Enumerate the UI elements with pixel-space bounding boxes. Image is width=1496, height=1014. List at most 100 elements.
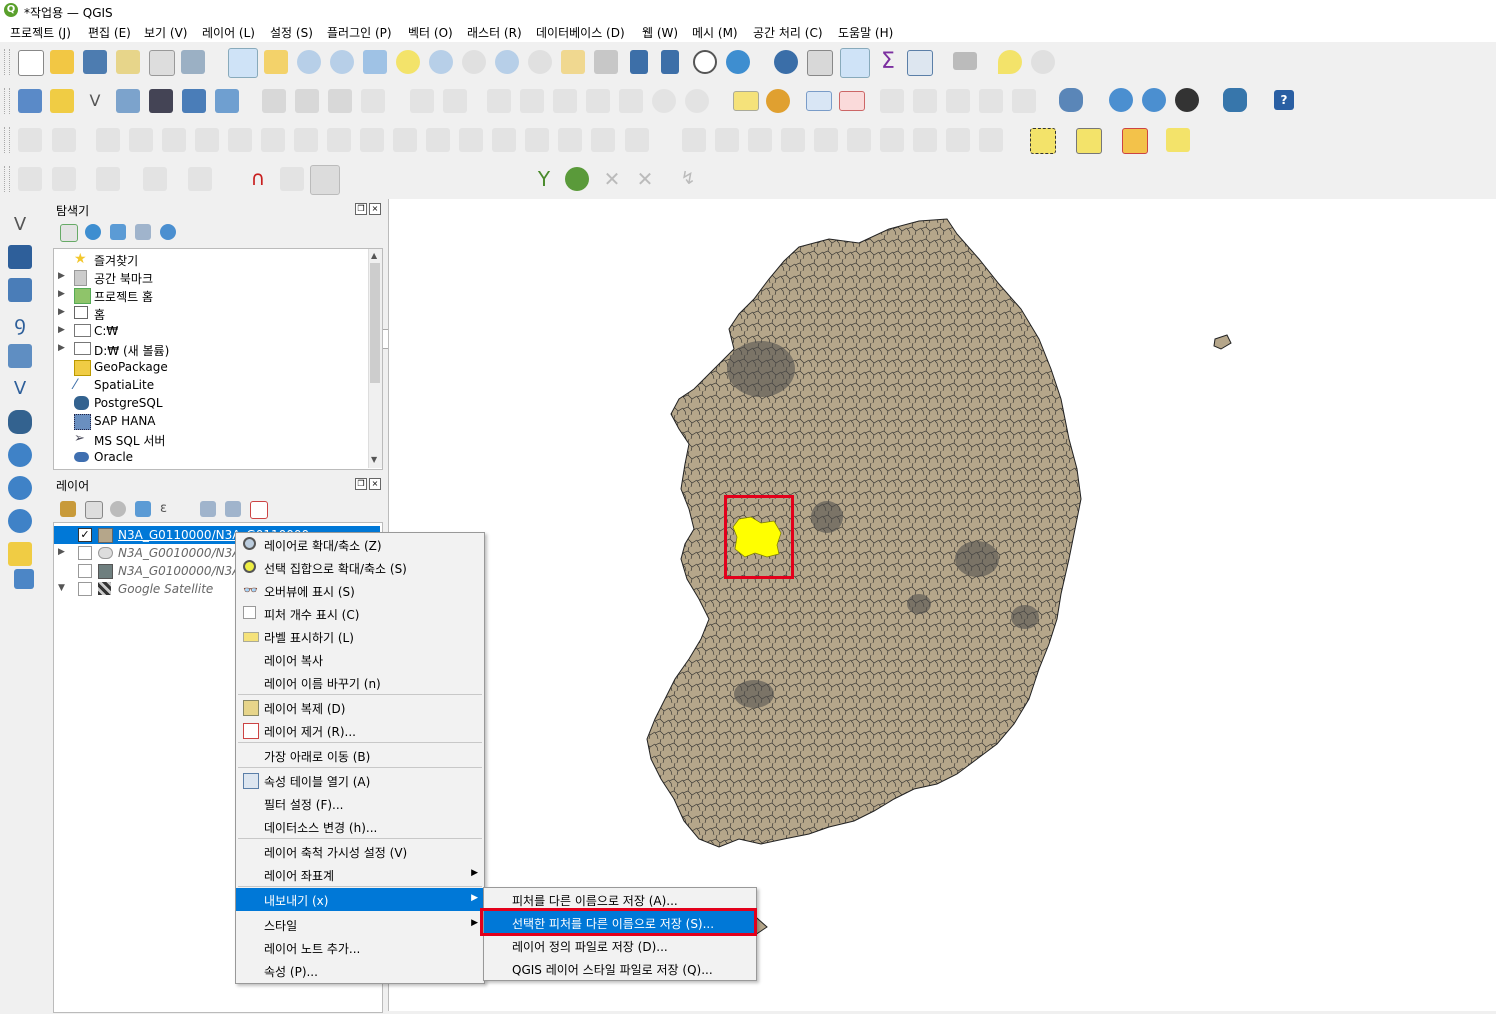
snapping-mode-icon[interactable] <box>280 167 304 191</box>
toolbar-grip[interactable] <box>4 166 10 192</box>
add-geopackage-icon[interactable] <box>8 542 32 566</box>
circle-icon[interactable] <box>814 128 838 152</box>
undo-icon[interactable] <box>652 89 676 113</box>
add-wfs-icon[interactable] <box>8 509 32 533</box>
menu-help[interactable]: 도움말 (H) <box>838 24 893 41</box>
menu-item-show-labels[interactable]: 라벨 표시하기 (L) <box>236 625 484 648</box>
delete-ring-icon[interactable] <box>228 128 252 152</box>
tree-item[interactable]: ▶ D:₩ (새 볼륨) <box>54 340 364 358</box>
rectangle-icon[interactable] <box>781 128 805 152</box>
select-features-icon[interactable] <box>1030 128 1056 154</box>
tree-item[interactable]: PostgreSQL <box>54 394 364 412</box>
expand-arrow-icon[interactable]: ▶ <box>58 325 65 335</box>
help-icon[interactable]: ? <box>1274 90 1294 110</box>
filter-browser-icon[interactable] <box>110 224 126 240</box>
regular-shape-icon[interactable] <box>715 128 739 152</box>
menu-item-copy-layer[interactable]: 레이어 복사 <box>236 648 484 671</box>
tree-item[interactable]: ▶ C:₩ <box>54 322 364 340</box>
layout-manager-icon[interactable] <box>149 50 175 76</box>
open-layer-styling-icon[interactable] <box>60 501 76 517</box>
select-freehand-tool-icon[interactable] <box>96 167 120 191</box>
save-edits-icon[interactable] <box>328 89 352 113</box>
expand-all-icon[interactable] <box>200 501 216 517</box>
toolbar-grip[interactable] <box>4 49 10 75</box>
locator-icon[interactable] <box>1031 50 1055 74</box>
add-raster-layer-side-icon[interactable] <box>8 245 32 269</box>
rotate-label-icon[interactable] <box>979 89 1003 113</box>
select-radius-tool-icon[interactable] <box>143 167 167 191</box>
menu-settings[interactable]: 설정 (S) <box>270 24 313 41</box>
offset-curve-icon[interactable] <box>327 128 351 152</box>
collapse-all-icon[interactable] <box>135 224 151 240</box>
move-feature-icon[interactable] <box>410 89 434 113</box>
fill-ring-icon[interactable] <box>195 128 219 152</box>
menu-processing[interactable]: 공간 처리 (C) <box>753 24 823 41</box>
menu-item-styles[interactable]: 스타일 ▶ <box>236 913 484 936</box>
toolbar-grip[interactable] <box>4 127 10 153</box>
menu-item-rename-layer[interactable]: 레이어 이름 바꾸기 (n) <box>236 671 484 694</box>
reverse-line-icon[interactable] <box>360 128 384 152</box>
cut-features-icon[interactable] <box>553 89 577 113</box>
enable-tracing-icon[interactable]: ✕ <box>600 167 624 191</box>
tree-item[interactable]: Oracle <box>54 448 364 466</box>
collapse-all-layers-icon[interactable] <box>225 501 241 517</box>
ellipse-icon[interactable] <box>748 128 772 152</box>
menu-item-change-datasource[interactable]: 데이터소스 변경 (h)... <box>236 815 484 838</box>
menu-item-layer-crs[interactable]: 레이어 좌표계 ▶ <box>236 863 484 886</box>
rotate-point-symbols-icon[interactable] <box>558 128 582 152</box>
select-by-value-icon[interactable] <box>1076 128 1102 154</box>
wms-icon[interactable] <box>1109 88 1133 112</box>
split-parts-icon[interactable] <box>459 128 483 152</box>
add-delimited-text-icon[interactable]: ꝯ <box>8 311 32 335</box>
open-field-calculator-icon[interactable] <box>907 50 933 76</box>
statistical-summary-icon[interactable]: Σ <box>876 50 900 74</box>
map-tips-icon[interactable] <box>998 50 1022 74</box>
zoom-to-layer-icon[interactable] <box>429 50 453 74</box>
browser-scrollbar[interactable]: ▲ ▼ <box>368 249 382 468</box>
close-panel-icon[interactable]: × <box>369 203 381 215</box>
add-part-icon[interactable] <box>162 128 186 152</box>
menu-item-add-layer-notes[interactable]: 레이어 노트 추가... <box>236 936 484 959</box>
refresh-icon[interactable] <box>726 50 750 74</box>
zoom-full-icon[interactable] <box>363 50 387 74</box>
add-group-icon[interactable] <box>85 501 103 519</box>
select-by-location-icon[interactable] <box>1166 128 1190 152</box>
menu-vector[interactable]: 벡터 (O) <box>408 24 453 41</box>
simplify-feature-icon[interactable] <box>96 128 120 152</box>
snap-intersections-icon[interactable] <box>565 167 589 191</box>
add-mesh-layer-icon[interactable] <box>8 278 32 302</box>
select-polygon-tool-icon[interactable] <box>52 167 76 191</box>
add-feature-icon[interactable] <box>361 89 385 113</box>
copy-features-icon[interactable] <box>586 89 610 113</box>
python-console-icon[interactable] <box>1223 88 1247 112</box>
delete-part-icon[interactable] <box>261 128 285 152</box>
zoom-to-selection-icon[interactable] <box>396 50 420 74</box>
metasearch-icon[interactable] <box>1175 88 1199 112</box>
filter-by-expression-icon[interactable]: ε <box>160 501 176 517</box>
new-shapefile-layer-icon[interactable]: V <box>83 89 107 113</box>
expand-arrow-icon[interactable]: ▶ <box>58 547 65 557</box>
identify-features-icon[interactable] <box>774 50 798 74</box>
add-vector-layer-icon[interactable] <box>215 89 239 113</box>
menu-item-scale-visibility[interactable]: 레이어 축척 가시성 설정 (V) <box>236 840 484 863</box>
open-project-icon[interactable] <box>50 50 74 74</box>
refresh-browser-icon[interactable] <box>85 224 101 240</box>
tree-item[interactable]: ★ 즐겨찾기 <box>54 250 364 268</box>
add-wcs-icon[interactable] <box>8 476 32 500</box>
self-snapping-icon[interactable]: ✕ <box>633 167 657 191</box>
trim-extend-icon[interactable] <box>393 128 417 152</box>
add-virtual-layer-icon[interactable]: V <box>8 377 32 401</box>
menu-item-properties[interactable]: 속성 (P)... <box>236 959 484 982</box>
toggle-editing-icon[interactable] <box>295 89 319 113</box>
label-toolbar-icon[interactable] <box>733 91 759 111</box>
menu-item-zoom-to-layer[interactable]: 레이어로 확대/축소 (Z) <box>236 533 484 556</box>
save-project-icon[interactable] <box>83 50 107 74</box>
menu-item-show-feature-count[interactable]: 피처 개수 표시 (C) <box>236 602 484 625</box>
layer-visibility-checkbox[interactable] <box>78 582 92 596</box>
add-vector-layer-side-icon[interactable]: V <box>8 213 32 237</box>
polygon-icon[interactable] <box>847 128 871 152</box>
menu-item-save-layer-definition[interactable]: 레이어 정의 파일로 저장 (D)... <box>484 934 756 957</box>
annotation-html-icon[interactable] <box>946 128 970 152</box>
menu-view[interactable]: 보기 (V) <box>144 24 187 41</box>
zoom-last-icon[interactable] <box>495 50 519 74</box>
